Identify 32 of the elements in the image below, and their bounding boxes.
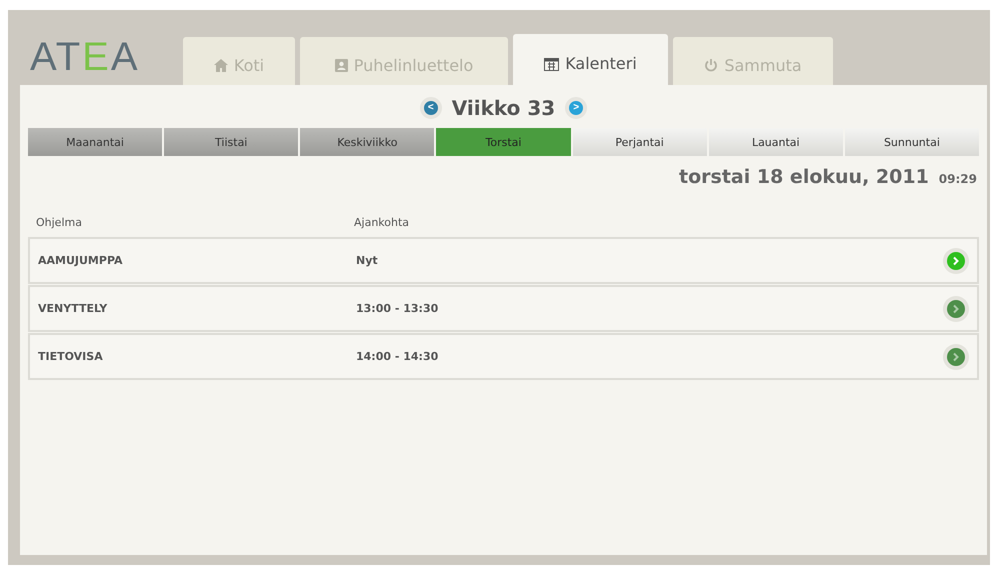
power-icon [704, 58, 718, 72]
nav-tab[interactable]: Kalenteri [513, 34, 668, 85]
contact-card-icon [334, 58, 348, 72]
previous-week-button[interactable]: < [420, 97, 442, 119]
program-row[interactable]: TIETOVISA 14:00 - 14:30 [28, 333, 979, 380]
program-time: 13:00 - 13:30 [356, 302, 440, 315]
day-tab[interactable]: Sunnuntai [844, 128, 979, 156]
column-header: Ohjelma [36, 216, 83, 229]
logo: ATEA [29, 34, 141, 80]
day-tab[interactable]: Tiistai [164, 128, 298, 156]
day-tab[interactable]: Maanantai [28, 128, 162, 156]
day-tab[interactable]: Lauantai [708, 128, 843, 156]
next-week-button[interactable]: > [565, 97, 588, 119]
program-time: Nyt [356, 254, 379, 267]
day-tab[interactable]: Torstai [436, 128, 571, 156]
home-icon [214, 58, 228, 72]
column-header: Ajankohta [354, 216, 410, 229]
program-name: AAMUJUMPPA [38, 254, 124, 267]
day-tab[interactable]: Perjantai [572, 128, 707, 156]
current-date: torstai 18 elokuu, 2011 [679, 166, 929, 188]
program-row[interactable]: VENYTTELY 13:00 - 13:30 [28, 285, 979, 332]
arrow-button-icon[interactable] [947, 348, 965, 366]
calendar-icon [544, 56, 560, 70]
day-tab[interactable]: Keskiviikko [300, 128, 434, 156]
current-time: 09:29 [938, 172, 977, 186]
arrow-button-icon[interactable] [947, 300, 965, 318]
week-title: Viikko 33 [452, 96, 556, 120]
program-time: 14:00 - 14:30 [356, 350, 440, 363]
program-name: VENYTTELY [38, 302, 108, 315]
arrow-button-icon[interactable] [947, 252, 965, 270]
program-name: TIETOVISA [38, 350, 104, 363]
program-row[interactable]: AAMUJUMPPA Nyt [28, 237, 979, 284]
